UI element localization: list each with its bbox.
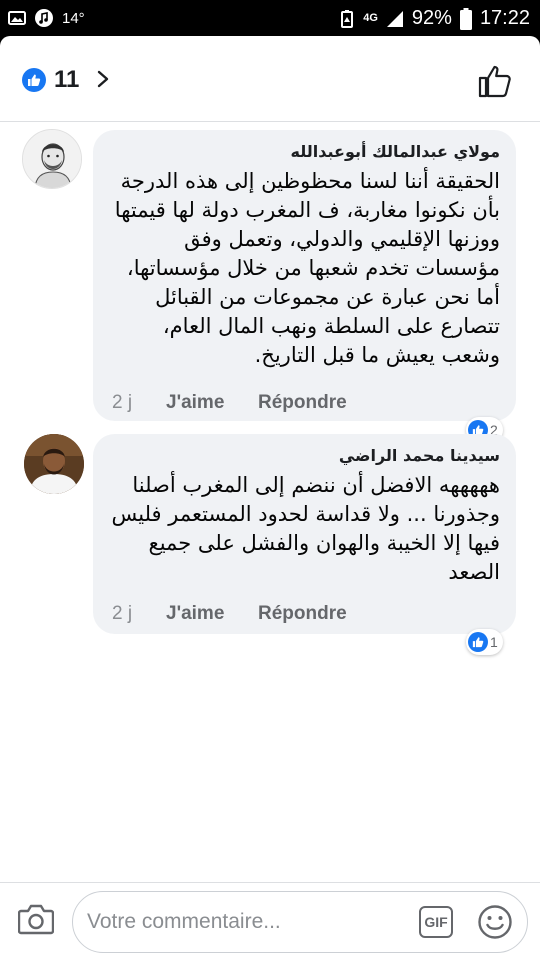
reaction-summary[interactable]: 1 (466, 629, 503, 655)
comment-time: 2 j (112, 392, 133, 413)
like-count: 11 (54, 66, 80, 93)
battery-level: 92% (411, 7, 452, 29)
comment-actions: 2 j J'aime Répondre (112, 603, 347, 625)
like-button-icon[interactable] (478, 64, 512, 98)
comment-composer: GIF (0, 882, 540, 960)
comment-author[interactable]: سيدينا محمد الراضي (109, 446, 500, 465)
like-comment-button[interactable]: J'aime (166, 392, 258, 414)
avatar[interactable] (24, 434, 84, 494)
comment-input[interactable] (87, 906, 397, 938)
clock: 17:22 (479, 7, 530, 29)
likes-header[interactable]: 11 (0, 36, 540, 122)
camera-icon[interactable] (18, 903, 54, 935)
battery-icon (459, 7, 472, 30)
like-comment-button[interactable]: J'aime (166, 603, 258, 625)
comment-actions: 2 j J'aime Répondre (112, 392, 347, 414)
avatar[interactable] (22, 129, 82, 189)
network-type: 4G (363, 12, 378, 24)
reaction-count: 1 (490, 634, 498, 650)
reply-button[interactable]: Répondre (258, 603, 347, 625)
comment-text: الحقيقة أننا لسنا محظوظين إلى هذه الدرجة… (114, 169, 500, 367)
music-icon (35, 9, 53, 27)
reply-button[interactable]: Répondre (258, 392, 347, 414)
status-right: 4G 92% 17:22 (339, 7, 530, 30)
comment-author[interactable]: مولاي عبدالمالك أبوعبدالله (109, 142, 500, 161)
comments-panel: 11 مولاي عبدالمالك أبوعبدالله الحقيقة أن… (0, 36, 540, 960)
data-saver-icon (341, 9, 354, 28)
gif-button[interactable]: GIF (419, 906, 453, 938)
emoji-icon[interactable] (477, 904, 513, 940)
like-reaction-icon (22, 68, 46, 92)
comment-bubble[interactable]: مولاي عبدالمالك أبوعبدالله الحقيقة أننا … (93, 130, 516, 421)
temperature: 14° (62, 9, 85, 27)
signal-icon (386, 10, 403, 27)
chevron-right-icon[interactable] (96, 70, 110, 88)
status-left: 14° (8, 8, 85, 28)
comment-input-box[interactable]: GIF (72, 891, 528, 953)
like-reaction-icon (468, 632, 488, 652)
gallery-icon (8, 11, 26, 25)
comment-time: 2 j (112, 603, 133, 624)
comment-text: هههههه الافضل أن ننضم إلى المغرب أصلنا و… (111, 473, 501, 584)
status-bar: 14° 4G 92% 17:22 (0, 0, 540, 36)
